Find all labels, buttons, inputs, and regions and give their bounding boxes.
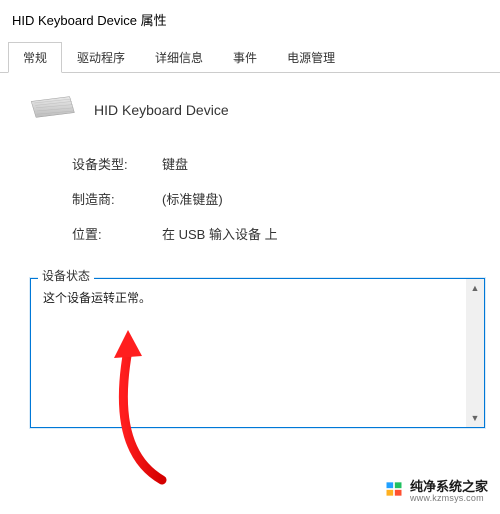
value-device-type: 键盘 [162, 154, 478, 173]
watermark-cn: 纯净系统之家 [410, 480, 488, 494]
scroll-up-icon[interactable]: ▲ [466, 279, 484, 297]
tab-label: 事件 [233, 51, 257, 65]
tab-label: 常规 [23, 51, 47, 65]
tabs-bar: 常规 驱动程序 详细信息 事件 电源管理 [0, 41, 500, 73]
watermark-text: 纯净系统之家 www.kzmsys.com [410, 480, 488, 503]
label-manufacturer: 制造商: [72, 189, 162, 208]
value-manufacturer: (标准键盘) [162, 189, 478, 208]
row-device-type: 设备类型: 键盘 [22, 154, 478, 173]
status-text: 这个设备运转正常。 [43, 291, 151, 305]
row-location: 位置: 在 USB 输入设备 上 [22, 224, 478, 243]
tab-details[interactable]: 详细信息 [140, 42, 218, 73]
tab-general[interactable]: 常规 [8, 42, 62, 73]
status-label: 设备状态 [38, 267, 94, 284]
status-section: 设备状态 这个设备运转正常。 ▲ ▼ [22, 267, 478, 428]
tab-label: 详细信息 [155, 51, 203, 65]
label-device-type: 设备类型: [72, 154, 162, 173]
row-manufacturer: 制造商: (标准键盘) [22, 189, 478, 208]
tab-label: 驱动程序 [77, 51, 125, 65]
watermark: 纯净系统之家 www.kzmsys.com [384, 479, 488, 504]
keyboard-icon [28, 93, 76, 126]
label-location: 位置: [72, 224, 162, 243]
watermark-logo-icon [384, 479, 404, 504]
scroll-down-icon[interactable]: ▼ [466, 409, 484, 427]
scrollbar[interactable]: ▲ ▼ [466, 279, 484, 427]
tab-content: HID Keyboard Device 设备类型: 键盘 制造商: (标准键盘)… [0, 73, 500, 448]
window-title: HID Keyboard Device 属性 [0, 0, 500, 37]
value-location: 在 USB 输入设备 上 [162, 224, 478, 243]
tab-driver[interactable]: 驱动程序 [62, 42, 140, 73]
status-textbox[interactable]: 这个设备运转正常。 ▲ ▼ [30, 278, 485, 428]
tab-power[interactable]: 电源管理 [272, 42, 350, 73]
tab-label: 电源管理 [287, 51, 335, 65]
watermark-url: www.kzmsys.com [410, 494, 488, 503]
device-name: HID Keyboard Device [94, 102, 229, 118]
tab-events[interactable]: 事件 [218, 42, 272, 73]
device-header: HID Keyboard Device [28, 93, 478, 126]
